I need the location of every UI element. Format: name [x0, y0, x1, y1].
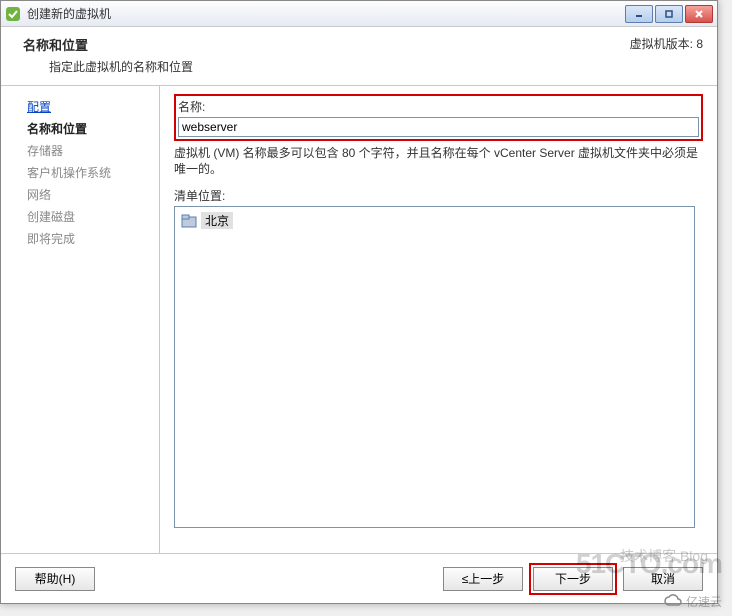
window-buttons: [625, 5, 713, 23]
app-icon: [5, 6, 21, 22]
tree-root-label: 北京: [201, 212, 233, 229]
vm-version-label: 虚拟机版本: 8: [630, 35, 703, 52]
help-button[interactable]: 帮助(H): [15, 567, 95, 591]
step-ready-complete: 即将完成: [5, 228, 155, 250]
next-highlight: 下一步: [529, 563, 617, 595]
wizard-footer: 帮助(H) ≤上一步 下一步 取消: [1, 553, 717, 603]
tree-root-item[interactable]: 北京: [179, 211, 690, 230]
inventory-label: 清单位置:: [174, 187, 703, 204]
title-bar: 创建新的虚拟机: [1, 1, 717, 27]
wizard-steps-sidebar: 配置 名称和位置 存储器 客户机操作系统 网络 创建磁盘 即将完成: [1, 86, 160, 579]
close-button[interactable]: [685, 5, 713, 23]
step-configuration[interactable]: 配置: [5, 96, 155, 118]
step-storage: 存储器: [5, 140, 155, 162]
wizard-content: 名称: 虚拟机 (VM) 名称最多可以包含 80 个字符，并且名称在每个 vCe…: [160, 86, 717, 579]
name-highlight: 名称:: [174, 94, 703, 141]
vm-name-input[interactable]: [178, 117, 699, 137]
name-label: 名称:: [178, 98, 699, 115]
maximize-button[interactable]: [655, 5, 683, 23]
dialog-window: 创建新的虚拟机 名称和位置 指定此虚拟机的名称和位置 虚拟机版本: 8 配置 名…: [0, 0, 718, 604]
window-title: 创建新的虚拟机: [27, 5, 625, 22]
wizard-body: 配置 名称和位置 存储器 客户机操作系统 网络 创建磁盘 即将完成 名称: 虚拟…: [1, 86, 717, 579]
cancel-button[interactable]: 取消: [623, 567, 703, 591]
step-create-disk: 创建磁盘: [5, 206, 155, 228]
next-button[interactable]: 下一步: [533, 567, 613, 591]
page-subtitle: 指定此虚拟机的名称和位置: [49, 58, 703, 75]
step-guest-os: 客户机操作系统: [5, 162, 155, 184]
step-network: 网络: [5, 184, 155, 206]
datacenter-icon: [181, 214, 197, 228]
wizard-header: 名称和位置 指定此虚拟机的名称和位置 虚拟机版本: 8: [1, 27, 717, 86]
back-button[interactable]: ≤上一步: [443, 567, 523, 591]
step-name-location: 名称和位置: [5, 118, 155, 140]
name-hint-text: 虚拟机 (VM) 名称最多可以包含 80 个字符，并且名称在每个 vCenter…: [174, 145, 703, 177]
inventory-tree[interactable]: 北京: [174, 206, 695, 528]
page-title: 名称和位置: [23, 35, 703, 54]
minimize-button[interactable]: [625, 5, 653, 23]
